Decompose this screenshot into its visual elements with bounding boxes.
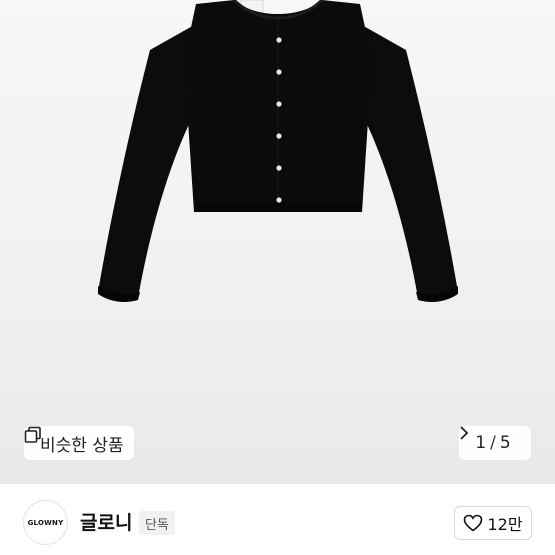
like-count: 12만 xyxy=(487,515,523,534)
current-image-index: 1 xyxy=(475,433,487,453)
brand-name[interactable]: 글로니 xyxy=(80,508,132,535)
product-image[interactable]: 비슷한 상품 1 / 5 xyxy=(0,0,555,484)
brand-logo-text: GLOWNY xyxy=(27,518,64,527)
cardigan-illustration xyxy=(98,0,458,302)
counter-separator: / xyxy=(490,433,496,453)
heart-icon xyxy=(463,514,483,532)
like-button[interactable]: 12만 xyxy=(454,506,532,540)
exclusive-badge: 단독 xyxy=(139,511,175,535)
similar-products-button[interactable]: 비슷한 상품 xyxy=(24,426,134,460)
image-counter[interactable]: 1 / 5 xyxy=(459,426,531,460)
total-images: 5 xyxy=(499,433,511,453)
similar-products-label: 비슷한 상품 xyxy=(40,435,124,456)
brand-logo[interactable]: GLOWNY xyxy=(23,500,68,545)
